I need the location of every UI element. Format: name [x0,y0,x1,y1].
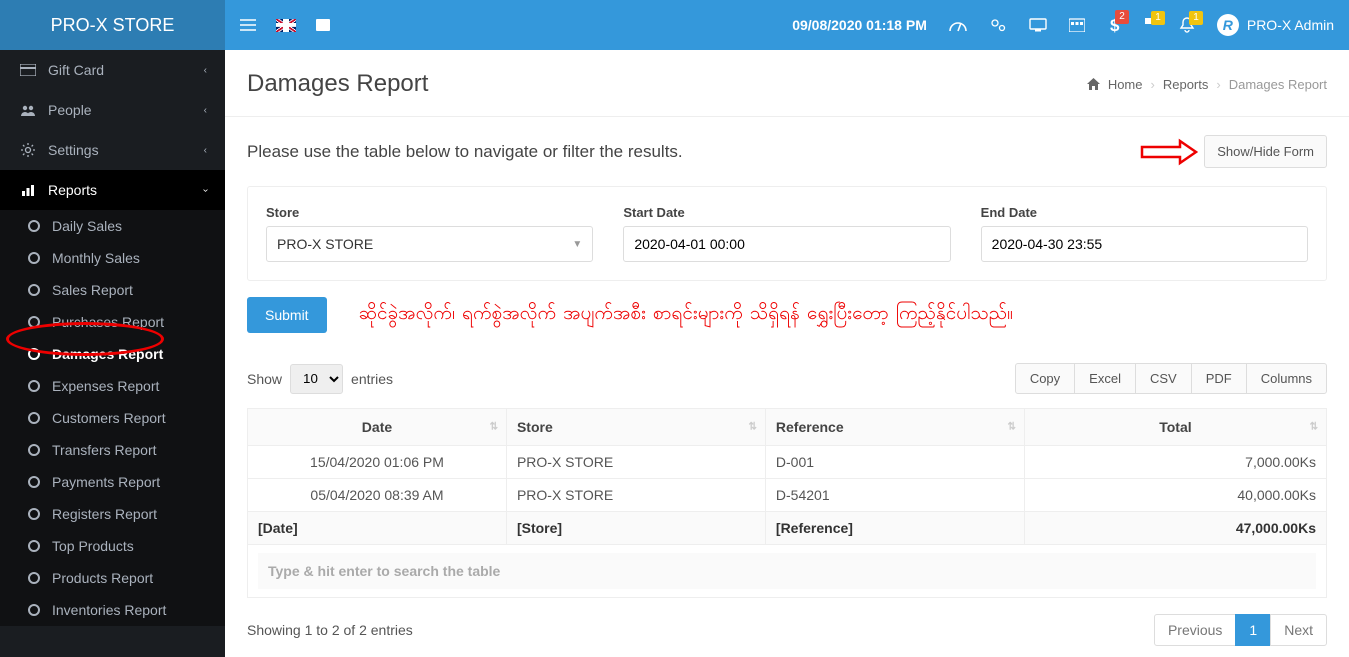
sidebar-item-top-products[interactable]: Top Products [0,530,225,562]
sidebar-item-transfers-report[interactable]: Transfers Report [0,434,225,466]
copy-button[interactable]: Copy [1015,363,1075,394]
sidebar-item-registers-report[interactable]: Registers Report [0,498,225,530]
chevron-down-icon: ‹ [200,188,211,191]
damages-table: Date⇅ Store⇅ Reference⇅ Total⇅ 15/04/202… [247,408,1327,598]
sidebar-item-gift-card[interactable]: Gift Card ‹ [0,50,225,90]
show-label-post: entries [351,371,393,387]
th-store[interactable]: Store⇅ [506,409,765,446]
home-icon [1087,78,1100,90]
sidebar-item-inventories-report[interactable]: Inventories Report [0,594,225,626]
brand-title[interactable]: PRO-X STORE [0,0,225,50]
store-select[interactable]: PRO-X STORE ▼ [266,226,593,262]
chevron-left-icon: ‹ [204,105,207,116]
sidebar-item-monthly-sales[interactable]: Monthly Sales [0,242,225,274]
calendar-icon[interactable] [1069,18,1085,32]
avatar: R [1217,14,1239,36]
sidebar-item-daily-sales[interactable]: Daily Sales [0,210,225,242]
filter-help-text: Please use the table below to navigate o… [247,142,683,162]
sidebar-item-customers-report[interactable]: Customers Report [0,402,225,434]
bell-notif-icon[interactable]: 1 [1179,17,1195,33]
sort-icon: ⇅ [1310,422,1318,433]
user-menu[interactable]: R PRO-X Admin [1217,14,1334,36]
chevron-left-icon: ‹ [204,65,207,76]
crumb-current: Damages Report [1229,77,1327,92]
sidebar-item-payments-report[interactable]: Payments Report [0,466,225,498]
datetime-display: 09/08/2020 01:18 PM [792,17,927,33]
start-date-input[interactable] [623,226,950,262]
annotation-text: ဆိုင်ခွဲအလိုက်၊ ရက်စွဲအလိုက် အပျက်အစီး စ… [347,303,1025,328]
table-footer-row: [Date] [Store] [Reference] 47,000.00Ks [248,512,1327,545]
table-search-row [248,545,1327,598]
annotation-arrow [1140,138,1198,166]
sidebar-item-expenses-report[interactable]: Expenses Report [0,370,225,402]
sidebar-item-sales-report[interactable]: Sales Report [0,274,225,306]
export-buttons: Copy Excel CSV PDF Columns [1015,363,1327,394]
notif-badge: 1 [1189,11,1203,25]
toggle-form-button[interactable]: Show/Hide Form [1204,135,1327,168]
page-title: Damages Report [247,70,428,98]
sort-icon: ⇅ [749,422,757,433]
content: Damages Report Home › Reports › Damages … [225,50,1349,657]
sort-icon: ⇅ [490,422,498,433]
window-icon[interactable] [316,19,330,31]
end-date-input[interactable] [981,226,1308,262]
pos-icon[interactable] [1029,18,1047,32]
show-label-pre: Show [247,371,282,387]
submit-button[interactable]: Submit [247,297,327,333]
th-date[interactable]: Date⇅ [248,409,507,446]
main: 09/08/2020 01:18 PM $ 2 [225,0,1349,657]
sidebar-item-label: People [48,102,92,118]
breadcrumb: Home › Reports › Damages Report [1087,77,1327,92]
chevron-left-icon: ‹ [204,145,207,156]
th-reference[interactable]: Reference⇅ [765,409,1024,446]
page-prev[interactable]: Previous [1154,614,1236,646]
table-row[interactable]: 05/04/2020 08:39 AM PRO-X STORE D-54201 … [248,479,1327,512]
pdf-button[interactable]: PDF [1191,363,1247,394]
sidebar-item-reports[interactable]: Reports ‹ [0,170,225,210]
pagination: Previous 1 Next [1154,614,1327,646]
page-1[interactable]: 1 [1235,614,1271,646]
flag-notif-icon[interactable]: 1 [1143,17,1157,33]
sidebar-item-label: Reports [48,182,97,198]
caret-down-icon: ▼ [572,239,582,250]
sidebar-item-damages-report[interactable]: Damages Report [0,338,225,370]
people-icon [18,104,38,116]
language-flag-icon[interactable] [276,19,296,32]
crumb-reports[interactable]: Reports [1163,77,1209,92]
store-label: Store [266,205,593,220]
sidebar-item-purchases-report[interactable]: Purchases Report [0,306,225,338]
notif-badge: 2 [1115,10,1129,24]
th-total[interactable]: Total⇅ [1024,409,1326,446]
sidebar-item-settings[interactable]: Settings ‹ [0,130,225,170]
columns-button[interactable]: Columns [1246,363,1327,394]
crumb-home[interactable]: Home [1108,77,1143,92]
user-name: PRO-X Admin [1247,17,1334,33]
sidebar-item-people[interactable]: People ‹ [0,90,225,130]
sidebar-item-label: Settings [48,142,99,158]
sidebar-item-label: Gift Card [48,62,104,78]
gears-icon[interactable] [989,17,1007,33]
topbar: 09/08/2020 01:18 PM $ 2 [225,0,1349,50]
page-next[interactable]: Next [1270,614,1327,646]
money-notif-icon[interactable]: $ 2 [1107,16,1121,34]
table-row[interactable]: 15/04/2020 01:06 PM PRO-X STORE D-001 7,… [248,446,1327,479]
notif-badge: 1 [1151,11,1165,25]
table-search-input[interactable] [258,553,1316,589]
sidebar: PRO-X STORE Gift Card ‹ People ‹ Setting… [0,0,225,657]
reports-submenu: Daily Sales Monthly Sales Sales Report P… [0,210,225,626]
csv-button[interactable]: CSV [1135,363,1192,394]
sidebar-item-products-report[interactable]: Products Report [0,562,225,594]
excel-button[interactable]: Excel [1074,363,1136,394]
entries-select[interactable]: 10 [290,364,343,394]
start-date-label: Start Date [623,205,950,220]
entries-info: Showing 1 to 2 of 2 entries [247,622,413,638]
menu-toggle-icon[interactable] [240,19,256,31]
settings-icon [18,142,38,158]
end-date-label: End Date [981,205,1308,220]
gift-card-icon [18,64,38,76]
reports-icon [18,183,38,197]
sort-icon: ⇅ [1007,422,1015,433]
dashboard-icon[interactable] [949,18,967,32]
filter-form: Store PRO-X STORE ▼ Start Date End Date [247,186,1327,281]
